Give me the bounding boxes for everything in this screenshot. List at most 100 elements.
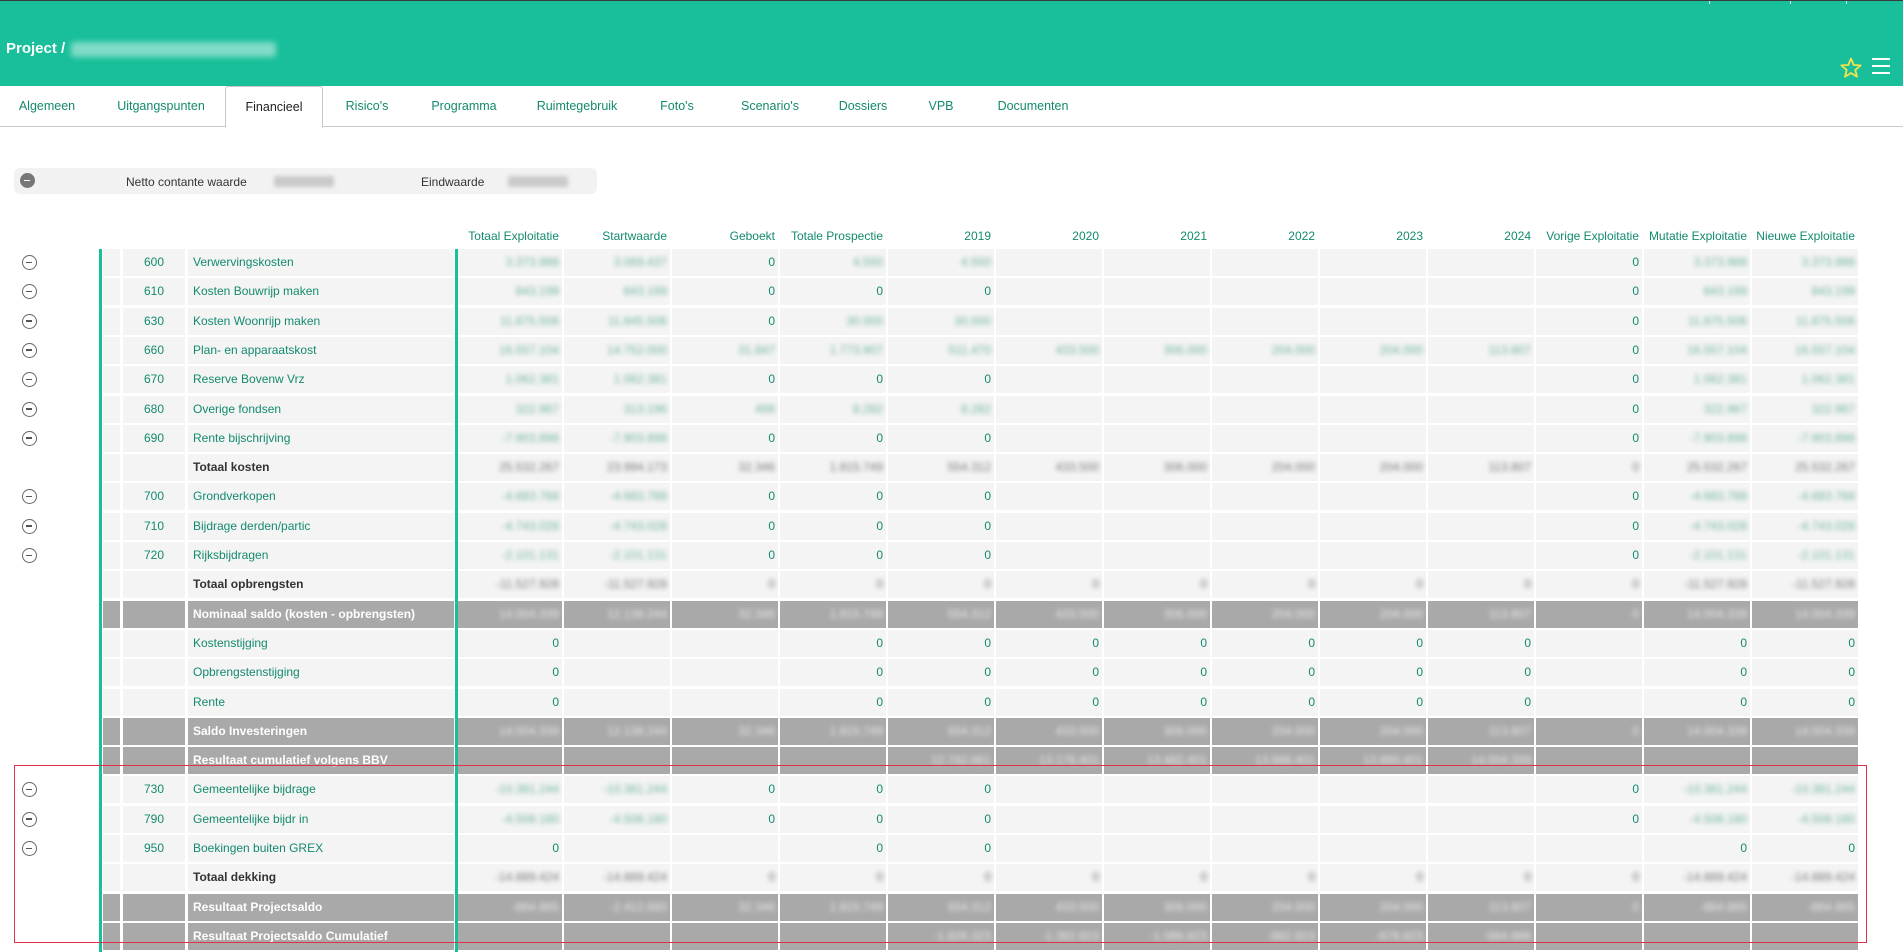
- value-cell: 25.532.267: [1644, 454, 1750, 482]
- row-code[interactable]: 700: [123, 483, 185, 511]
- value-cell: [564, 688, 670, 716]
- collapse-row-icon[interactable]: [22, 255, 37, 270]
- value-cell: [1536, 659, 1642, 687]
- value-cell: 511.470: [888, 336, 994, 364]
- collapse-row-icon[interactable]: [22, 782, 37, 798]
- value-cell: [1104, 483, 1210, 511]
- tab-foto-s[interactable]: Foto's: [636, 86, 718, 127]
- row-label[interactable]: Plan- en apparaatskost: [188, 336, 454, 364]
- row-code[interactable]: 690: [123, 424, 185, 452]
- value-cell: [1104, 542, 1210, 569]
- collapse-row-icon[interactable]: [22, 489, 37, 505]
- collapse-row-icon[interactable]: [22, 372, 37, 388]
- tab-vpb[interactable]: VPB: [905, 86, 977, 127]
- row-code[interactable]: 670: [123, 366, 185, 394]
- collapse-row-icon[interactable]: [22, 811, 37, 827]
- row-label[interactable]: Kosten Bouwrijp maken: [188, 278, 454, 306]
- collapse-icon[interactable]: [20, 173, 35, 188]
- value-cell: [456, 747, 562, 775]
- value-cell: 204.000: [1212, 600, 1318, 628]
- row-label[interactable]: Verwervingskosten: [188, 249, 454, 276]
- collapse-row-icon[interactable]: [22, 313, 37, 329]
- collapse-row-icon[interactable]: [22, 841, 37, 856]
- value-cell: 3.373.988: [1644, 249, 1750, 276]
- value-cell: -4.743.028: [1644, 512, 1750, 540]
- row-label[interactable]: Gemeentelijke bijdr in: [188, 805, 454, 833]
- tab-uitgangspunten[interactable]: Uitgangspunten: [100, 86, 222, 127]
- row-label[interactable]: Kostenstijging: [188, 629, 454, 657]
- row-label[interactable]: Reserve Bovenw Vrz: [188, 366, 454, 394]
- star-icon[interactable]: [1839, 56, 1863, 80]
- value-cell: 0: [672, 805, 778, 833]
- value-cell: -11.527.928: [564, 571, 670, 599]
- row-label[interactable]: Rente bijschrijving: [188, 424, 454, 452]
- collapse-row-icon[interactable]: [22, 430, 37, 446]
- value-cell: -7.903.898: [564, 424, 670, 452]
- tab-dossiers[interactable]: Dossiers: [822, 86, 904, 127]
- value-cell: 16.557.104: [456, 336, 562, 364]
- value-cell: 14.004.339: [1644, 600, 1750, 628]
- value-cell: -4.743.028: [456, 512, 562, 540]
- tab-algemeen[interactable]: Algemeen: [2, 86, 92, 127]
- eindwaarde-label: Eindwaarde: [421, 175, 485, 189]
- value-cell: 0: [1536, 600, 1642, 628]
- row-label[interactable]: Gemeentelijke bijdrage: [188, 776, 454, 804]
- value-cell: [564, 629, 670, 657]
- hamburger-menu-icon[interactable]: [1872, 58, 1894, 78]
- tab-risico-s[interactable]: Risico's: [325, 86, 409, 127]
- row-code[interactable]: 720: [123, 542, 185, 569]
- value-cell: 0: [1320, 629, 1426, 657]
- value-cell: 204.000: [1320, 336, 1426, 364]
- tab-scenario-s[interactable]: Scenario's: [720, 86, 820, 127]
- table-row: Opbrengstenstijging 0 0 0 0 0 0 0 0 0 0: [0, 659, 1903, 688]
- collapse-row-icon[interactable]: [22, 518, 37, 534]
- row-code[interactable]: 710: [123, 512, 185, 540]
- value-cell: 0: [1212, 659, 1318, 687]
- value-cell: -2.101.131: [564, 542, 670, 569]
- value-cell: 843.199: [1752, 278, 1858, 306]
- value-cell: [996, 805, 1102, 833]
- row-label[interactable]: Rente: [188, 688, 454, 716]
- row-code[interactable]: 730: [123, 776, 185, 804]
- value-cell: 0: [780, 688, 886, 716]
- value-cell: 843.199: [564, 278, 670, 306]
- value-cell: [1644, 747, 1750, 775]
- collapse-row-icon[interactable]: [22, 548, 37, 563]
- row-code[interactable]: 660: [123, 336, 185, 364]
- table-row: Totaal dekking -14.889.424 -14.889.424 0 0 0 0…: [0, 864, 1903, 893]
- collapse-row-icon[interactable]: [22, 284, 37, 300]
- row-label[interactable]: Rijksbijdragen: [188, 542, 454, 569]
- row-code[interactable]: 950: [123, 835, 185, 862]
- table-row: Resultaat Projectsaldo Cumulatief -1.826.…: [0, 922, 1903, 952]
- row-code[interactable]: 680: [123, 395, 185, 423]
- value-cell: 1.062.381: [1644, 366, 1750, 394]
- row-label[interactable]: Boekingen buiten GREX: [188, 835, 454, 862]
- row-label[interactable]: Bijdrage derden/partic: [188, 512, 454, 540]
- value-cell: 554.312: [888, 600, 994, 628]
- tab-programma[interactable]: Programma: [410, 86, 518, 127]
- tab-documenten[interactable]: Documenten: [979, 86, 1087, 127]
- value-cell: 0: [1644, 629, 1750, 657]
- collapse-row-icon[interactable]: [22, 342, 37, 358]
- value-cell: 0: [1104, 629, 1210, 657]
- value-cell: 0: [1536, 278, 1642, 306]
- row-label[interactable]: Opbrengstenstijging: [188, 659, 454, 687]
- row-label: Resultaat Projectsaldo Cumulatief: [188, 922, 454, 950]
- row-code[interactable]: 630: [123, 307, 185, 335]
- row-code[interactable]: 610: [123, 278, 185, 306]
- value-cell: 14.004.339: [1752, 600, 1858, 628]
- value-cell: -884.885: [1644, 893, 1750, 921]
- tab-financieel[interactable]: Financieel: [225, 86, 323, 128]
- value-cell: 499: [672, 395, 778, 423]
- row-label[interactable]: Kosten Woonrijp maken: [188, 307, 454, 335]
- row-label[interactable]: Overige fondsen: [188, 395, 454, 423]
- value-cell: 0: [1320, 688, 1426, 716]
- row-code[interactable]: 790: [123, 805, 185, 833]
- row-code: [123, 864, 185, 892]
- tab-ruimtegebruik[interactable]: Ruimtegebruik: [520, 86, 634, 127]
- value-cell: 306.000: [1104, 454, 1210, 482]
- row-code[interactable]: 600: [123, 249, 185, 276]
- row-label[interactable]: Grondverkopen: [188, 483, 454, 511]
- value-cell: 0: [888, 542, 994, 569]
- collapse-row-icon[interactable]: [22, 401, 37, 417]
